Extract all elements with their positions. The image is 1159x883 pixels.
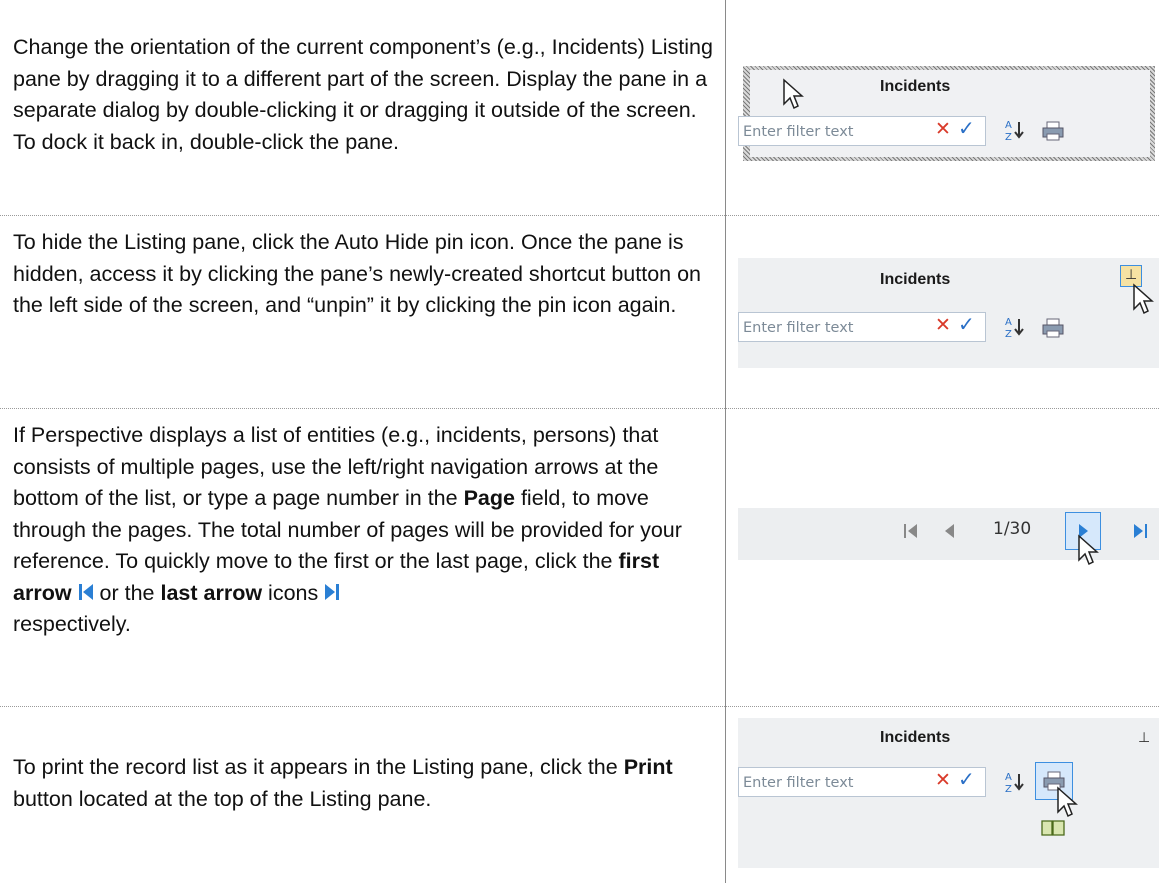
row3-text: or the [93, 580, 161, 605]
page-indicator[interactable]: 1/30 [993, 519, 1031, 539]
last-arrow-label: last arrow [160, 580, 263, 605]
filter-placeholder: Enter filter text [743, 775, 854, 791]
pin-icon[interactable]: ⊥ [1138, 730, 1150, 746]
svg-text:A: A [1005, 317, 1012, 328]
cursor-icon [1078, 534, 1099, 566]
svg-text:Z: Z [1005, 132, 1012, 142]
row2-description: To hide the Listing pane, click the Auto… [13, 230, 701, 317]
check-apply-icon[interactable]: ✓ [958, 312, 975, 336]
first-page-icon [78, 583, 93, 600]
row3-text: icons [262, 580, 319, 605]
svg-text:A: A [1005, 120, 1012, 131]
row4-text: To print the record list as it appears i… [13, 755, 624, 779]
pin-icon[interactable]: ⊥ [1125, 267, 1137, 283]
row4-description: To print the record list as it appears i… [13, 752, 713, 815]
row-separator [0, 706, 1159, 707]
print-icon[interactable] [1042, 318, 1064, 338]
sort-az-icon[interactable]: A Z [1004, 770, 1026, 794]
svg-text:A: A [1005, 772, 1012, 783]
print-button-label: Print [623, 755, 673, 779]
print-icon[interactable] [1042, 121, 1064, 141]
first-page-icon[interactable] [903, 522, 919, 540]
pane-title: Incidents [880, 729, 951, 746]
row-separator [0, 215, 1159, 216]
column-divider [725, 0, 726, 883]
sort-az-icon[interactable]: A Z [1004, 315, 1026, 339]
filter-placeholder: Enter filter text [743, 124, 854, 140]
x-clear-icon[interactable]: ✕ [935, 769, 951, 791]
row3-description: If Perspective displays a list of entiti… [13, 420, 713, 641]
row-separator [0, 408, 1159, 409]
last-page-icon[interactable] [1133, 522, 1149, 540]
x-clear-icon[interactable]: ✕ [935, 314, 951, 336]
book-icon [1041, 820, 1065, 836]
last-page-icon [325, 583, 340, 600]
check-apply-icon[interactable]: ✓ [958, 116, 975, 140]
x-clear-icon[interactable]: ✕ [935, 118, 951, 140]
previous-page-icon[interactable] [942, 522, 956, 540]
row1-description: Change the orientation of the current co… [13, 35, 713, 154]
cursor-icon [783, 78, 804, 110]
sort-az-icon[interactable]: A Z [1004, 118, 1026, 142]
row4-text: button located at the top of the Listing… [13, 786, 432, 811]
svg-text:Z: Z [1005, 784, 1012, 794]
pane-title: Incidents [880, 78, 951, 95]
pane-title: Incidents [880, 271, 951, 288]
filter-placeholder: Enter filter text [743, 320, 854, 336]
check-apply-icon[interactable]: ✓ [958, 767, 975, 791]
row3-text: respectively. [13, 612, 131, 636]
cursor-icon [1133, 283, 1154, 315]
cursor-icon [1057, 786, 1078, 818]
svg-text:Z: Z [1005, 329, 1012, 339]
page-field-label: Page [463, 486, 515, 510]
